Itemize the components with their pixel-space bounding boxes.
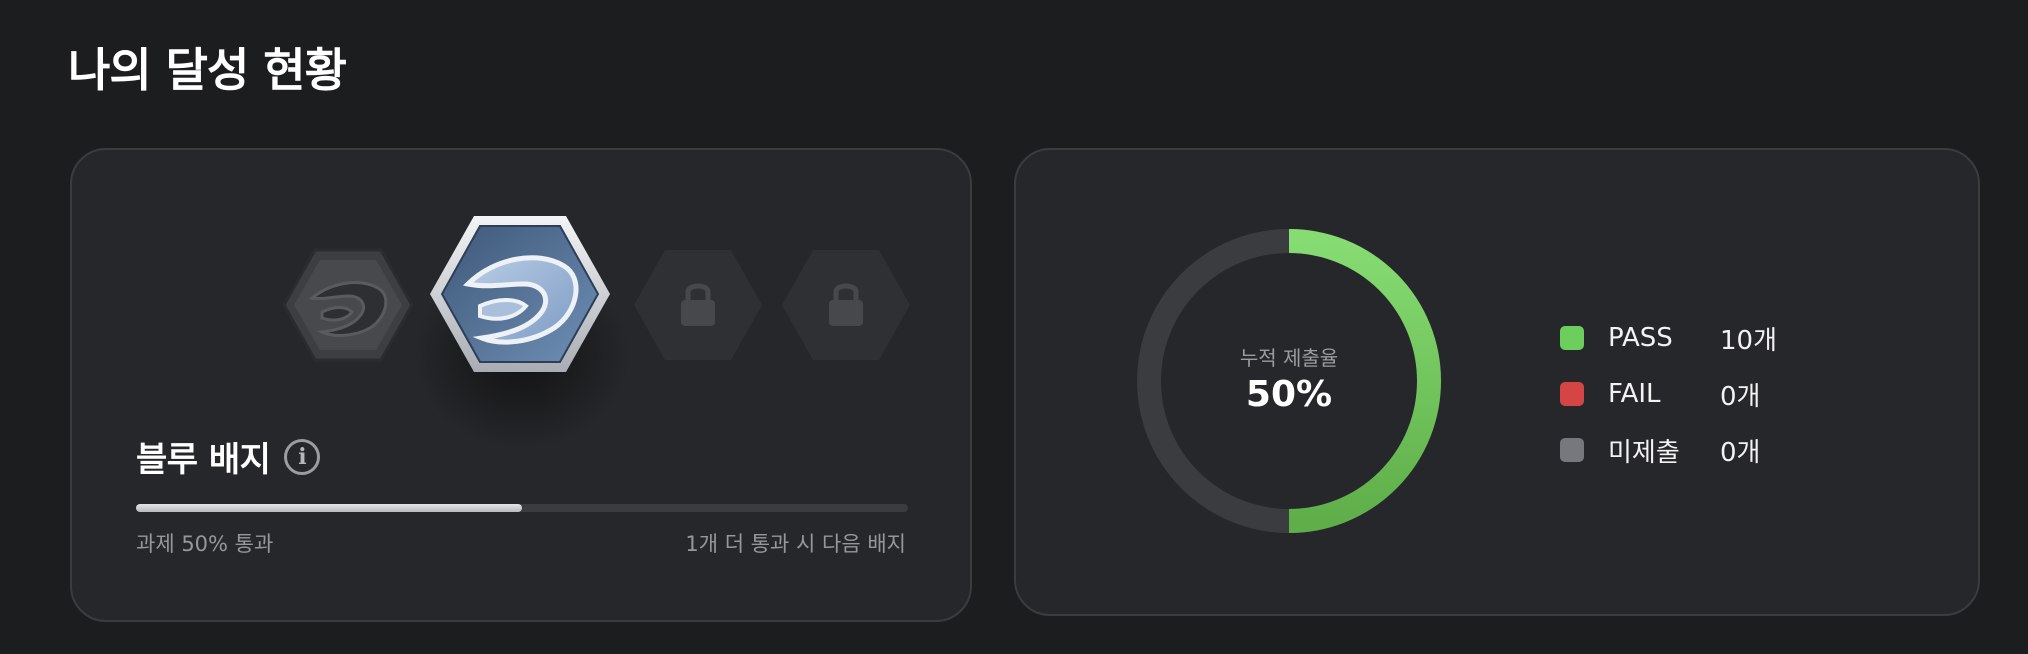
legend-count: 0개 xyxy=(1720,437,1761,468)
achievement-page: 나의 달성 현황 블루 배지 i 과제 50% 통과 1개 더 통과 시 다음 … xyxy=(0,0,2028,654)
legend-label: FAIL xyxy=(1608,379,1661,409)
badge-progress-fill xyxy=(136,504,522,512)
badge-carousel xyxy=(72,150,974,450)
unsubmitted-swatch xyxy=(1560,438,1584,462)
wave-emblem-icon xyxy=(430,216,610,372)
submission-stats-card: 누적 제출율 50% PASS 10개 FAIL 0개 미제출 0개 xyxy=(1014,148,1980,616)
locked-badge-shape xyxy=(782,250,910,360)
legend: PASS 10개 FAIL 0개 미제출 0개 xyxy=(1560,310,1777,478)
legend-item-unsubmitted: 미제출 0개 xyxy=(1560,422,1777,478)
fail-swatch xyxy=(1560,382,1584,406)
current-badge-name: 블루 배지 xyxy=(136,440,271,480)
donut-value: 50% xyxy=(1245,374,1333,415)
blue-badge[interactable] xyxy=(428,214,612,374)
pass-swatch xyxy=(1560,326,1584,350)
badge-name-row: 블루 배지 i xyxy=(136,432,321,481)
legend-item-pass: PASS 10개 xyxy=(1560,310,1777,366)
legend-label: 미제출 xyxy=(1608,437,1680,468)
badge-progress-bar xyxy=(136,504,908,512)
locked-badge-shape xyxy=(634,250,762,360)
legend-item-fail: FAIL 0개 xyxy=(1560,366,1777,422)
legend-label: PASS xyxy=(1608,323,1673,353)
legend-count: 10개 xyxy=(1720,325,1778,356)
locked-badge[interactable] xyxy=(632,248,764,362)
badge-card: 블루 배지 i 과제 50% 통과 1개 더 통과 시 다음 배지 xyxy=(70,148,972,622)
page-title: 나의 달성 현황 xyxy=(68,43,347,97)
legend-count: 0개 xyxy=(1720,381,1761,412)
info-icon[interactable]: i xyxy=(284,438,321,475)
donut-label: 누적 제출율 xyxy=(1239,346,1339,370)
progress-status-text: 과제 50% 통과 xyxy=(136,532,274,556)
next-badge-hint: 1개 더 통과 시 다음 배지 xyxy=(685,532,906,556)
previous-badge[interactable] xyxy=(282,248,414,362)
locked-badge[interactable] xyxy=(780,248,912,362)
wave-emblem-icon xyxy=(282,248,414,362)
